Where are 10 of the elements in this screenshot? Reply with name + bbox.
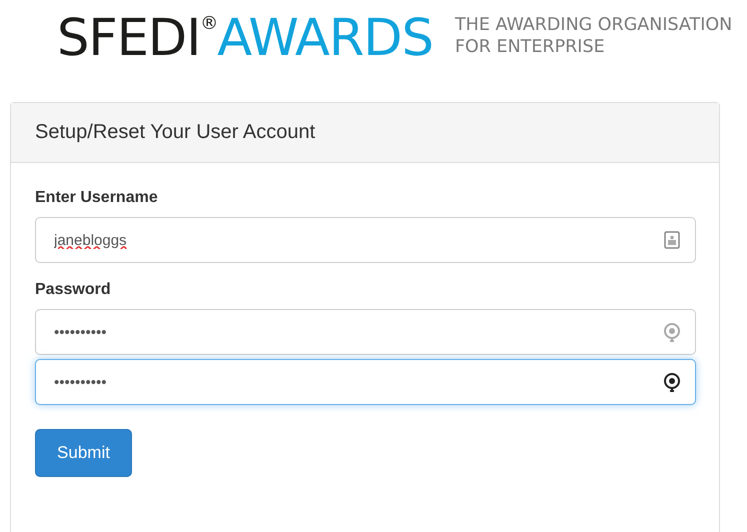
username-field[interactable]: janebloggs [35,217,696,263]
logo: SFEDI®AWARDS [57,8,433,68]
password-field[interactable]: •••••••••• [35,359,696,405]
panel-title: Setup/Reset Your User Account [11,103,719,163]
tagline: THE AWARDING ORGANISATION FOR ENTERPRISE [454,14,732,58]
password-field[interactable]: •••••••••• [35,309,696,355]
contact-card-icon[interactable] [662,229,682,251]
field-label: Password [35,281,112,299]
field-label: Enter Username [35,189,159,207]
submit-button[interactable]: Submit [35,429,132,477]
